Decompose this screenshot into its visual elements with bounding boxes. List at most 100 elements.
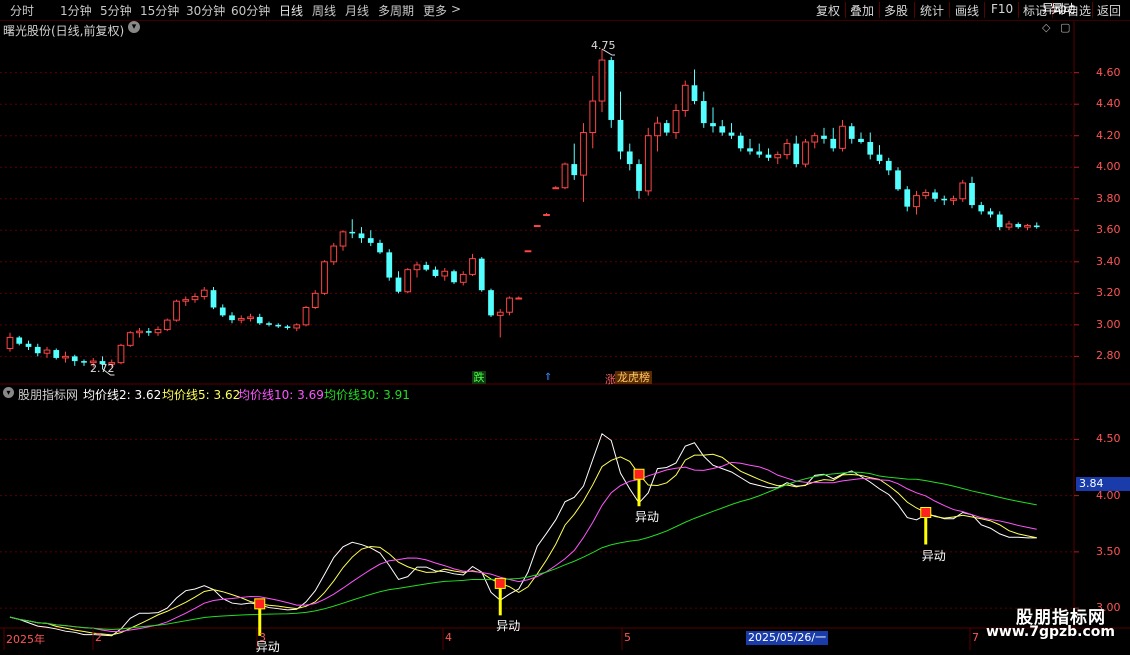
toolbar-divider [949, 2, 950, 18]
tab-60min[interactable]: 60分钟 [231, 2, 270, 19]
signal-label: 异动 [1051, 2, 1076, 16]
candle-body [774, 154, 782, 159]
stock-title: 曙光股份(日线,前复权) [3, 24, 125, 38]
candle-body [811, 135, 819, 143]
candle-body [266, 323, 272, 325]
candle-body [533, 225, 541, 228]
candle-body [876, 154, 883, 161]
candle-body [145, 331, 152, 333]
candle-body [191, 295, 199, 301]
indicator-chevron-icon[interactable]: ▾ [3, 387, 14, 398]
multi-stock-button[interactable]: 多股 [884, 2, 908, 19]
chart-canvas[interactable] [0, 0, 1130, 650]
chart-title-bar: 曙光股份(日线,前复权) ▾ ◇ ▢ [0, 20, 1075, 38]
candle-body [413, 264, 421, 271]
candle-body [496, 311, 504, 316]
candle-body [747, 148, 753, 152]
candle-body [663, 123, 670, 133]
candle-body [200, 289, 208, 297]
candle-body [154, 329, 162, 334]
candle-body [321, 261, 328, 294]
candle-body [728, 132, 735, 136]
candle-body [1024, 225, 1031, 228]
tab-15min[interactable]: 15分钟 [140, 2, 179, 19]
tab-weekly[interactable]: 周线 [312, 2, 336, 19]
candle-body [386, 252, 393, 278]
candle-body [43, 349, 51, 354]
candle-body [552, 187, 560, 190]
candle-body [210, 290, 217, 308]
tab-5min[interactable]: 5分钟 [100, 2, 132, 19]
signal-box [633, 468, 645, 480]
cursor-date-tag: 2025/05/26/一 [746, 631, 828, 645]
dragon-tiger-badge[interactable]: 龙虎榜 [615, 371, 652, 384]
candle-body [284, 326, 291, 328]
ma5-line [9, 453, 1037, 636]
back-button[interactable]: 返回 [1097, 2, 1121, 19]
watermark-url: www.7gpzb.com [986, 624, 1116, 640]
tab-1min[interactable]: 1分钟 [60, 2, 92, 19]
f10-button[interactable]: F10 [991, 2, 1013, 16]
more-arrow-icon[interactable]: > [451, 2, 461, 16]
tab-multi-period[interactable]: 多周期 [378, 2, 414, 19]
candle-body [25, 343, 32, 347]
candle-body [81, 361, 87, 363]
indicator-series [9, 0, 1061, 637]
candle-body [377, 242, 383, 253]
indicator-name[interactable]: 股朋指标网 [18, 386, 78, 403]
candle-body [173, 300, 180, 321]
overlay-button[interactable]: 叠加 [850, 2, 874, 19]
tab-daily[interactable]: 日线 [279, 2, 303, 19]
signal-label: 异动 [635, 510, 660, 525]
candle-body [904, 189, 911, 207]
ma30-line [9, 471, 1037, 631]
price-tick-label: 2.80 [1096, 349, 1121, 363]
candle-body [608, 60, 615, 120]
diamond-icon[interactable]: ◇ [1042, 21, 1050, 34]
tab-monthly[interactable]: 月线 [345, 2, 369, 19]
candle-body [469, 258, 476, 275]
candle-body [256, 316, 263, 324]
indicator-tick-label: 4.50 [1096, 432, 1121, 446]
candle-body [969, 182, 975, 206]
candlestick-series [6, 48, 1040, 376]
price-tick-label: 3.60 [1096, 223, 1121, 237]
candle-body [302, 307, 310, 326]
double-up-arrow-icon[interactable]: ⇑ [544, 372, 552, 383]
candle-body [580, 132, 587, 176]
candle-body [830, 138, 837, 149]
candle-body [219, 307, 226, 316]
signal-fall-badge[interactable]: 跌 [472, 371, 486, 384]
candle-body [163, 319, 171, 331]
candle-body [339, 231, 347, 247]
candle-body [996, 214, 1003, 228]
candle-body [598, 59, 606, 102]
window-icon[interactable]: ▢ [1060, 21, 1070, 34]
statistics-button[interactable]: 统计 [920, 2, 944, 19]
candle-body [710, 123, 716, 127]
ma2-label: 均价线2: 3.62 [83, 388, 162, 402]
chevron-down-icon[interactable]: ▾ [128, 21, 140, 33]
low-price-label: 2.72 [90, 362, 115, 375]
toolbar-divider [914, 2, 915, 18]
tab-30min[interactable]: 30分钟 [186, 2, 225, 19]
draw-line-button[interactable]: 画线 [955, 2, 979, 19]
signal-label: 异动 [496, 619, 521, 634]
candle-body [126, 332, 134, 346]
restore-rights-button[interactable]: 复权 [816, 2, 840, 19]
ma10-label: 均价线10: 3.69 [238, 388, 324, 402]
price-tick-label: 3.00 [1096, 317, 1121, 331]
toolbar-divider [1092, 2, 1093, 18]
candle-body [719, 126, 726, 133]
candle-body [34, 346, 41, 354]
candle-body [62, 355, 69, 359]
tab-more[interactable]: 更多 [423, 2, 447, 19]
price-tick-label: 4.20 [1096, 128, 1121, 142]
candle-body [395, 277, 402, 292]
date-tick-label: 2025年 [6, 633, 45, 646]
candle-body [459, 273, 467, 283]
candle-body [367, 238, 374, 243]
date-tick-label: 4 [445, 631, 452, 644]
candle-body [506, 297, 513, 313]
tab-intraday[interactable]: 分时 [10, 2, 34, 19]
